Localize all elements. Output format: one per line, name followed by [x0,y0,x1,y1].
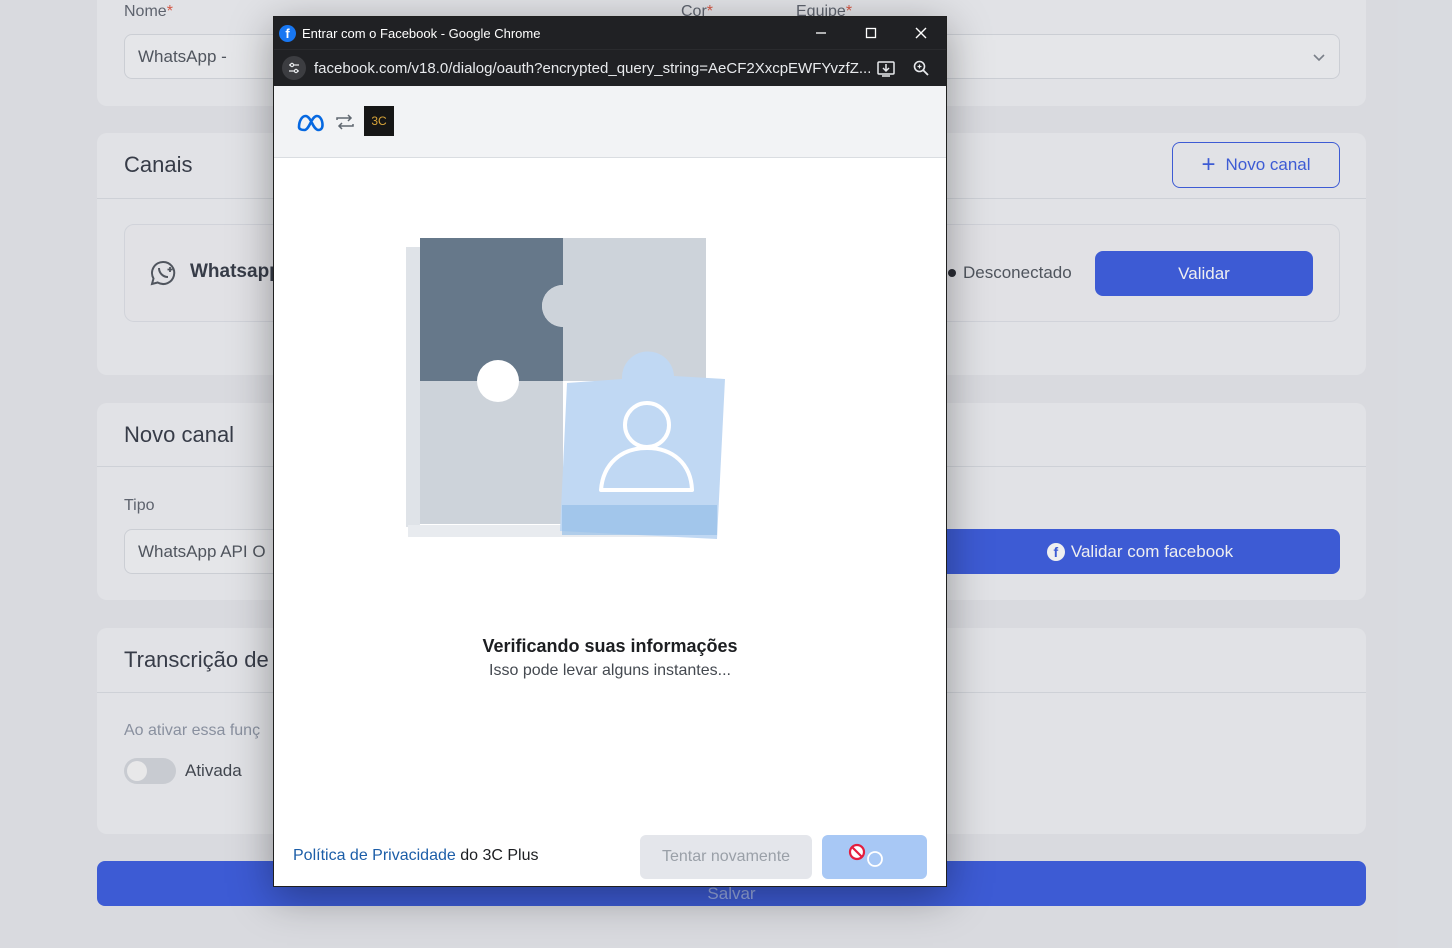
brand-3c-logo: 3C [364,106,394,136]
facebook-login-popup: f Entrar com o Facebook - Google Chrome … [273,16,947,887]
zoom-icon[interactable] [910,57,932,79]
privacy-text: Política de Privacidade do 3C Plus [293,847,539,864]
maximize-icon [865,27,877,39]
popup-titlebar[interactable]: f Entrar com o Facebook - Google Chrome [274,17,946,49]
meta-logo-icon [297,114,324,132]
site-settings-icon[interactable] [282,56,306,80]
maximize-button[interactable] [846,17,896,49]
privacy-link[interactable]: Política de Privacidade [293,847,456,864]
minimize-icon [816,32,826,34]
minimize-button[interactable] [796,17,846,49]
url-text[interactable]: facebook.com/v18.0/dialog/oauth?encrypte… [314,60,870,77]
not-allowed-cursor-icon [848,843,866,861]
continue-loading-button[interactable] [822,835,927,879]
install-app-icon[interactable] [875,57,897,79]
facebook-favicon-icon: f [279,24,296,42]
window-controls [796,17,946,49]
address-bar: facebook.com/v18.0/dialog/oauth?encrypte… [274,49,946,86]
close-button[interactable] [896,17,946,49]
retry-button[interactable]: Tentar novamente [640,835,812,879]
link-arrows-icon [336,114,354,130]
status-title: Verificando suas informações [482,636,738,656]
window-title: Entrar com o Facebook - Google Chrome [302,25,541,41]
loading-spinner-icon [867,851,883,867]
close-icon [915,27,927,39]
status-subtitle: Isso pode levar alguns instantes... [489,662,731,679]
dialog-header: 3C [274,86,946,158]
puzzle-user-illustration [406,238,725,539]
